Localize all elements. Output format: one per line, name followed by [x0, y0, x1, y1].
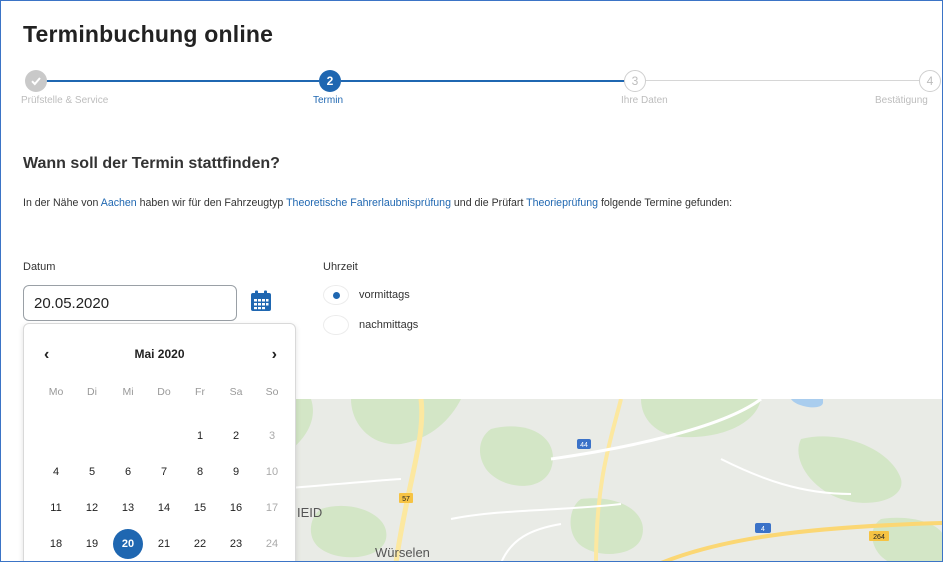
calendar-day[interactable]: 22: [182, 526, 218, 561]
exam-type-text: Theorieprüfung: [526, 197, 599, 209]
weekday-header: Sa: [229, 386, 243, 398]
map-road-shield: 264: [873, 534, 885, 541]
calendar-day[interactable]: 15: [182, 490, 218, 526]
step-2-label: Termin: [313, 95, 344, 106]
weekday-header: Mi: [122, 386, 134, 398]
weekday-header: Fr: [195, 386, 205, 398]
calendar-day[interactable]: 7: [146, 454, 182, 490]
weekday-header: So: [265, 386, 279, 398]
step-4-circle: 4: [919, 70, 941, 92]
calendar-day[interactable]: 16: [218, 490, 254, 526]
calendar-day[interactable]: 5: [74, 454, 110, 490]
radio-label: nachmittags: [359, 319, 419, 331]
calendar-day[interactable]: 14: [146, 490, 182, 526]
map-road-shield: 44: [580, 442, 588, 449]
uhrzeit-label: Uhrzeit: [323, 261, 358, 273]
date-picker-popup: ‹ Mai 2020 › Mo Di Mi Do Fr Sa So 1 2 3 4 5 6 7 8 9 10 11…: [23, 323, 296, 561]
location-map[interactable]: 44 57 4 264 IEID Würselen: [200, 397, 942, 561]
calendar-day[interactable]: 24: [254, 526, 290, 561]
vehicle-type-text: Theoretische Fahrerlaubnisprüfung: [286, 197, 451, 209]
calendar-day[interactable]: 12: [74, 490, 110, 526]
weekday-header: Do: [157, 386, 171, 398]
step-1-check-icon[interactable]: [25, 70, 47, 92]
booking-page: Terminbuchung online 2 3 4 Prüfstelle & …: [0, 0, 943, 562]
calendar-day[interactable]: 4: [38, 454, 74, 490]
intro-text: In der Nähe von Aachen haben wir für den…: [23, 197, 732, 209]
calendar-day-selected[interactable]: 20: [110, 526, 146, 561]
map-label: Würselen: [375, 545, 430, 560]
weekday-header: Di: [87, 386, 97, 398]
page-title: Terminbuchung online: [23, 21, 274, 47]
radio-dot[interactable]: [323, 315, 349, 335]
calendar-day[interactable]: 18: [38, 526, 74, 561]
calendar-grid: Mo Di Mi Do Fr Sa So 1 2 3 4 5 6 7 8 9 10 11 12 13 14 15 16 17 1…: [38, 382, 290, 561]
calendar-day[interactable]: 11: [38, 490, 74, 526]
calendar-empty-cell: [38, 418, 74, 454]
radio-label: vormittags: [359, 289, 410, 301]
progress-stepper: 2 3 4 Prüfstelle & Service Termin Ihre D…: [1, 67, 942, 107]
stepper-line-todo: [643, 80, 921, 81]
calendar-day[interactable]: 1: [182, 418, 218, 454]
intro-part: haben wir für den Fahrzeugtyp: [136, 197, 287, 209]
step-2-circle: 2: [319, 70, 341, 92]
stepper-line-active: [341, 80, 625, 82]
section-heading: Wann soll der Termin stattfinden?: [23, 155, 280, 172]
calendar-empty-cell: [110, 418, 146, 454]
calendar-day[interactable]: 9: [218, 454, 254, 490]
map-label: IEID: [297, 505, 322, 520]
calendar-day[interactable]: 2: [218, 418, 254, 454]
datum-label: Datum: [23, 261, 56, 273]
intro-part: und die Prüfart: [450, 197, 527, 209]
weekday-header: Mo: [48, 386, 64, 398]
chevron-right-icon[interactable]: ›: [272, 346, 277, 364]
step-3-label: Ihre Daten: [621, 95, 668, 106]
calendar-day[interactable]: 10: [254, 454, 290, 490]
calendar-day[interactable]: 3: [254, 418, 290, 454]
calendar-empty-cell: [74, 418, 110, 454]
calendar-header: ‹ Mai 2020 ›: [24, 346, 295, 366]
stepper-line-done: [37, 80, 319, 82]
intro-part: In der Nähe von: [23, 197, 101, 209]
calendar-empty-cell: [146, 418, 182, 454]
calendar-day[interactable]: 23: [218, 526, 254, 561]
calendar-day[interactable]: 6: [110, 454, 146, 490]
step-4-label: Bestätigung: [875, 95, 928, 106]
step-3-circle: 3: [624, 70, 646, 92]
calendar-day[interactable]: 21: [146, 526, 182, 561]
step-1-label[interactable]: Prüfstelle & Service: [21, 95, 108, 106]
calendar-month-title: Mai 2020: [134, 347, 185, 361]
radio-nachmittags[interactable]: nachmittags: [323, 315, 523, 335]
calendar-day-number[interactable]: 20: [113, 529, 143, 559]
map-road-shield: 4: [761, 526, 765, 533]
calendar-day[interactable]: 13: [110, 490, 146, 526]
calendar-day[interactable]: 8: [182, 454, 218, 490]
map-road-shield: 57: [402, 496, 410, 503]
radio-vormittags[interactable]: vormittags: [323, 285, 523, 305]
intro-part: folgende Termine gefunden:: [598, 197, 733, 209]
calendar-day[interactable]: 19: [74, 526, 110, 561]
calendar-day[interactable]: 17: [254, 490, 290, 526]
date-input[interactable]: [23, 285, 237, 321]
location-link: Aachen: [100, 197, 137, 209]
radio-dot-selected[interactable]: [323, 285, 349, 305]
calendar-icon[interactable]: [250, 290, 272, 312]
